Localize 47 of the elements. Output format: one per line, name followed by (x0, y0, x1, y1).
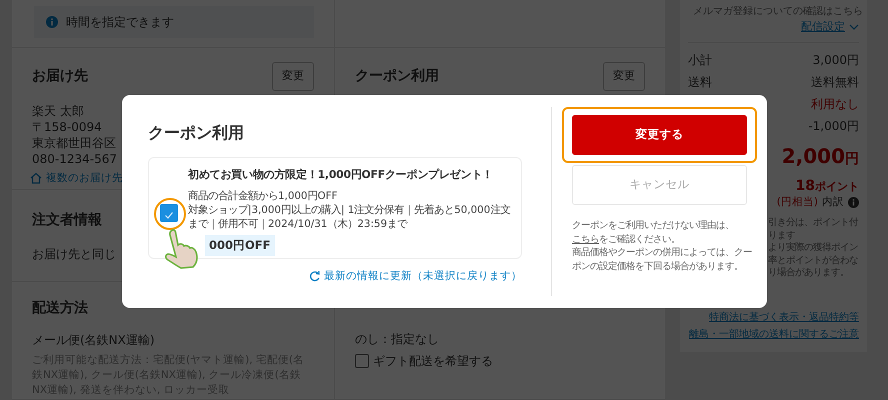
coupon-detail: 対象ショップ|3,000円以上の購入| 1注文分保有｜先着あと50,000注文まで｜併用不可｜2024/10/31（木）23:59まで (188, 203, 512, 232)
notice-text: 時間を指定できます (66, 14, 174, 31)
summary-value: 送料無料 (811, 74, 859, 90)
section-heading: 配送方法 (32, 298, 88, 318)
coupon-note-text: 商品価格やクーポンの併用によっては、クーポンの設定価格を下回る場合があります。 (572, 246, 753, 273)
section-heading: 注文者情報 (32, 210, 102, 230)
points-amount: 18ポイント (794, 178, 859, 194)
delivery-method: メール便(名鉄NX運輸) (32, 332, 156, 349)
checkbox[interactable] (160, 204, 178, 222)
dialog-title: クーポン利用 (148, 122, 245, 144)
change-button[interactable]: 変更 (272, 62, 314, 90)
noshi-text: のし：指定なし (355, 331, 440, 348)
address-line: 東京都世田谷区 (32, 134, 116, 150)
multiple-addresses-link[interactable]: 複数のお届け先 (46, 170, 123, 186)
refresh-icon (309, 271, 320, 282)
coupon-detail: 商品の合計金額から1,000円OFF (188, 189, 338, 204)
address-line: 080-1234-567 (32, 150, 118, 166)
chevron-down-icon (849, 24, 859, 30)
policy-link[interactable]: 特商法に基づく表示・返品特約等 (709, 312, 859, 323)
policy-link[interactable]: 離島・一部地域の送料に関するご注意 (689, 328, 859, 340)
coupon-title: 初めてお買い物の方限定！1,000円OFFクーポンプレゼント！ (188, 167, 494, 183)
confirm-button[interactable]: 変更する (572, 115, 747, 155)
address-line: 〒158-0094 (32, 118, 102, 134)
breakdown-label: 内訳 (822, 194, 844, 210)
summary-value: 利用なし (811, 96, 859, 112)
section-heading: お届け先 (32, 66, 88, 86)
orderer-text: お届け先と同じ (32, 246, 116, 263)
cancel-button[interactable]: キャンセル (572, 165, 747, 205)
section-heading: クーポン利用 (355, 66, 439, 86)
summary-label: 送料 (688, 74, 712, 90)
checkbox-label: ギフト配送を希望する (373, 353, 493, 370)
info-icon (46, 16, 58, 28)
summary-value: -1,000円 (808, 118, 859, 134)
details-link[interactable]: こちら (572, 234, 599, 244)
address-line: 楽天 太郎 (32, 102, 84, 118)
refresh-link[interactable]: 最新の情報に更新（未選択に戻ります） (309, 269, 522, 285)
summary-label: 小計 (688, 52, 712, 68)
coupon-note-text: クーポンをご利用いただけない理由は、 こちら をご確認ください。 (572, 219, 735, 246)
info-icon (848, 196, 859, 208)
checkbox[interactable] (355, 354, 369, 368)
delivery-settings-link[interactable]: 配信設定 (801, 19, 845, 36)
discount-label: 000円OFF (205, 235, 274, 256)
points-equivalent: (円相当) (776, 194, 818, 210)
change-button[interactable]: 変更 (603, 62, 645, 90)
home-icon (30, 172, 42, 184)
summary-value: 3,000円 (812, 52, 859, 68)
total-amount: 2,000円 (780, 142, 859, 170)
